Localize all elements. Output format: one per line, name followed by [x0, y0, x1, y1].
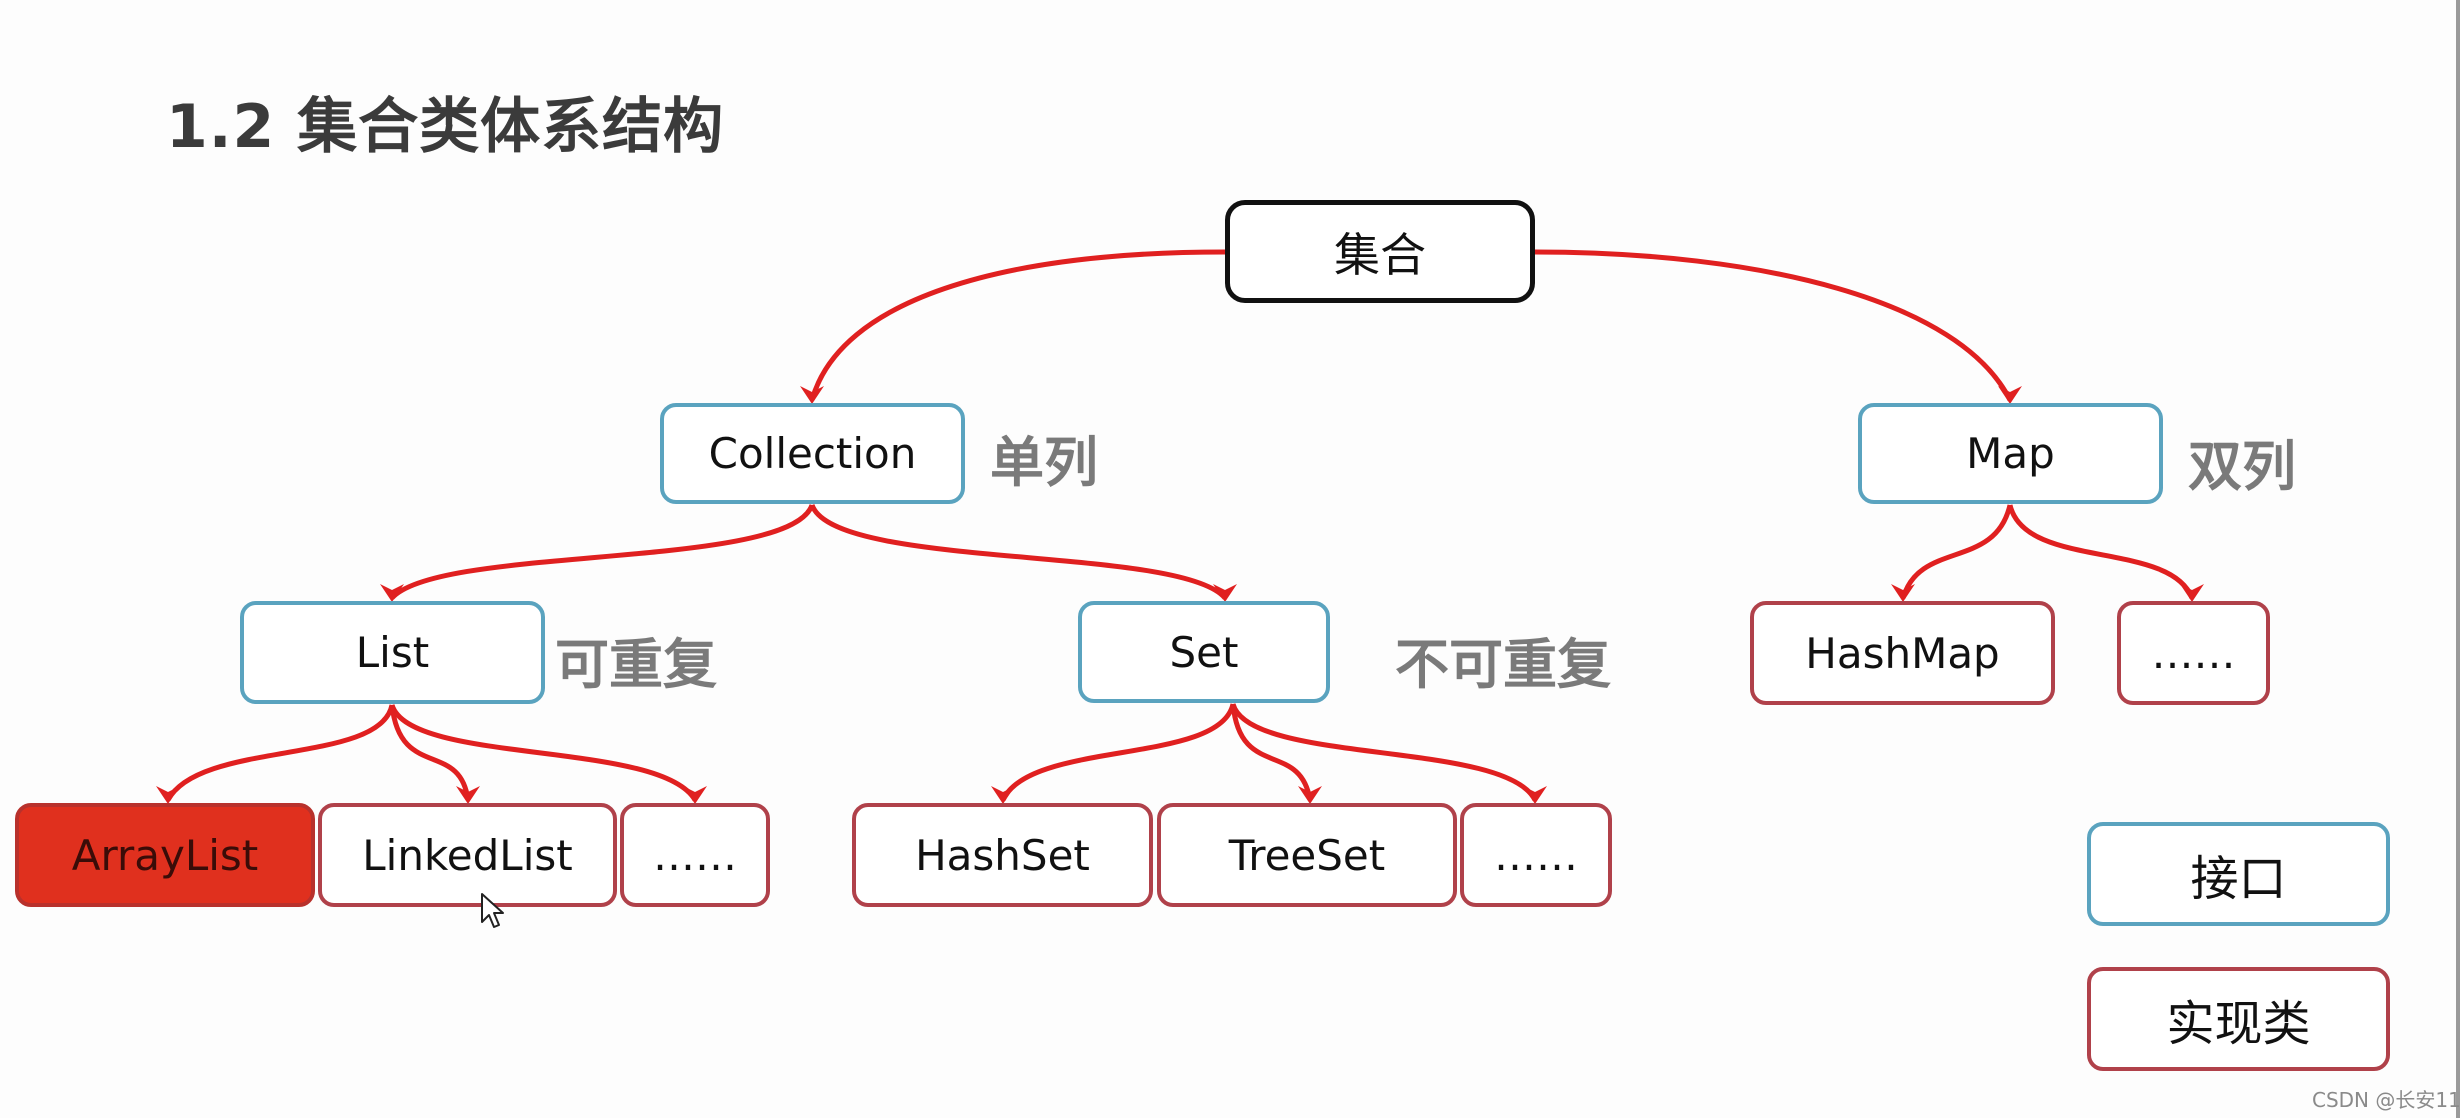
edge-map-hashmap	[1900, 504, 2013, 599]
arrowhead	[800, 386, 824, 404]
node-root-collections: 集合	[1225, 200, 1535, 303]
node-list: List	[240, 601, 545, 704]
arrowhead	[991, 786, 1015, 804]
edge-set-hashset	[1000, 703, 1236, 802]
node-arraylist: ArrayList	[15, 803, 315, 907]
label-double-column: 双列	[2188, 435, 2296, 498]
node-treeset: TreeSet	[1157, 803, 1457, 907]
node-set: Set	[1078, 601, 1330, 703]
edge-list-arraylist	[165, 704, 395, 802]
mouse-cursor-icon	[481, 893, 504, 928]
watermark: CSDN @长安1108	[2312, 1088, 2460, 1112]
arrowhead	[1298, 786, 1322, 804]
node-hashmap: HashMap	[1750, 601, 2055, 705]
node-linkedlist: LinkedList	[318, 803, 617, 907]
node-set-more: ……	[1460, 803, 1612, 907]
edge-root-collection	[809, 249, 1226, 401]
arrowhead	[2180, 584, 2204, 602]
edge-list-more	[389, 704, 698, 802]
label-non-repeatable: 不可重复	[1395, 633, 1611, 696]
edge-map-more	[2007, 504, 2195, 600]
label-single-column: 单列	[990, 431, 1098, 494]
arrowhead	[1998, 386, 2022, 404]
node-collection: Collection	[660, 403, 965, 504]
edges-layer	[156, 249, 2204, 804]
legend-interface: 接口	[2087, 822, 2390, 926]
arrowhead	[683, 786, 707, 804]
edge-root-map	[1534, 249, 2013, 402]
arrowhead	[1891, 584, 1915, 602]
node-hashset: HashSet	[852, 803, 1153, 907]
arrowhead	[156, 786, 180, 804]
node-map: Map	[1858, 403, 2163, 504]
edge-collection-set	[809, 503, 1227, 600]
label-repeatable: 可重复	[555, 633, 717, 696]
node-list-more: ……	[620, 803, 770, 907]
node-map-more: ……	[2117, 601, 2270, 705]
edge-collection-list	[390, 503, 815, 600]
legend-implementation: 实现类	[2087, 967, 2390, 1071]
arrowhead	[1523, 786, 1547, 804]
edge-set-more	[1230, 703, 1538, 802]
